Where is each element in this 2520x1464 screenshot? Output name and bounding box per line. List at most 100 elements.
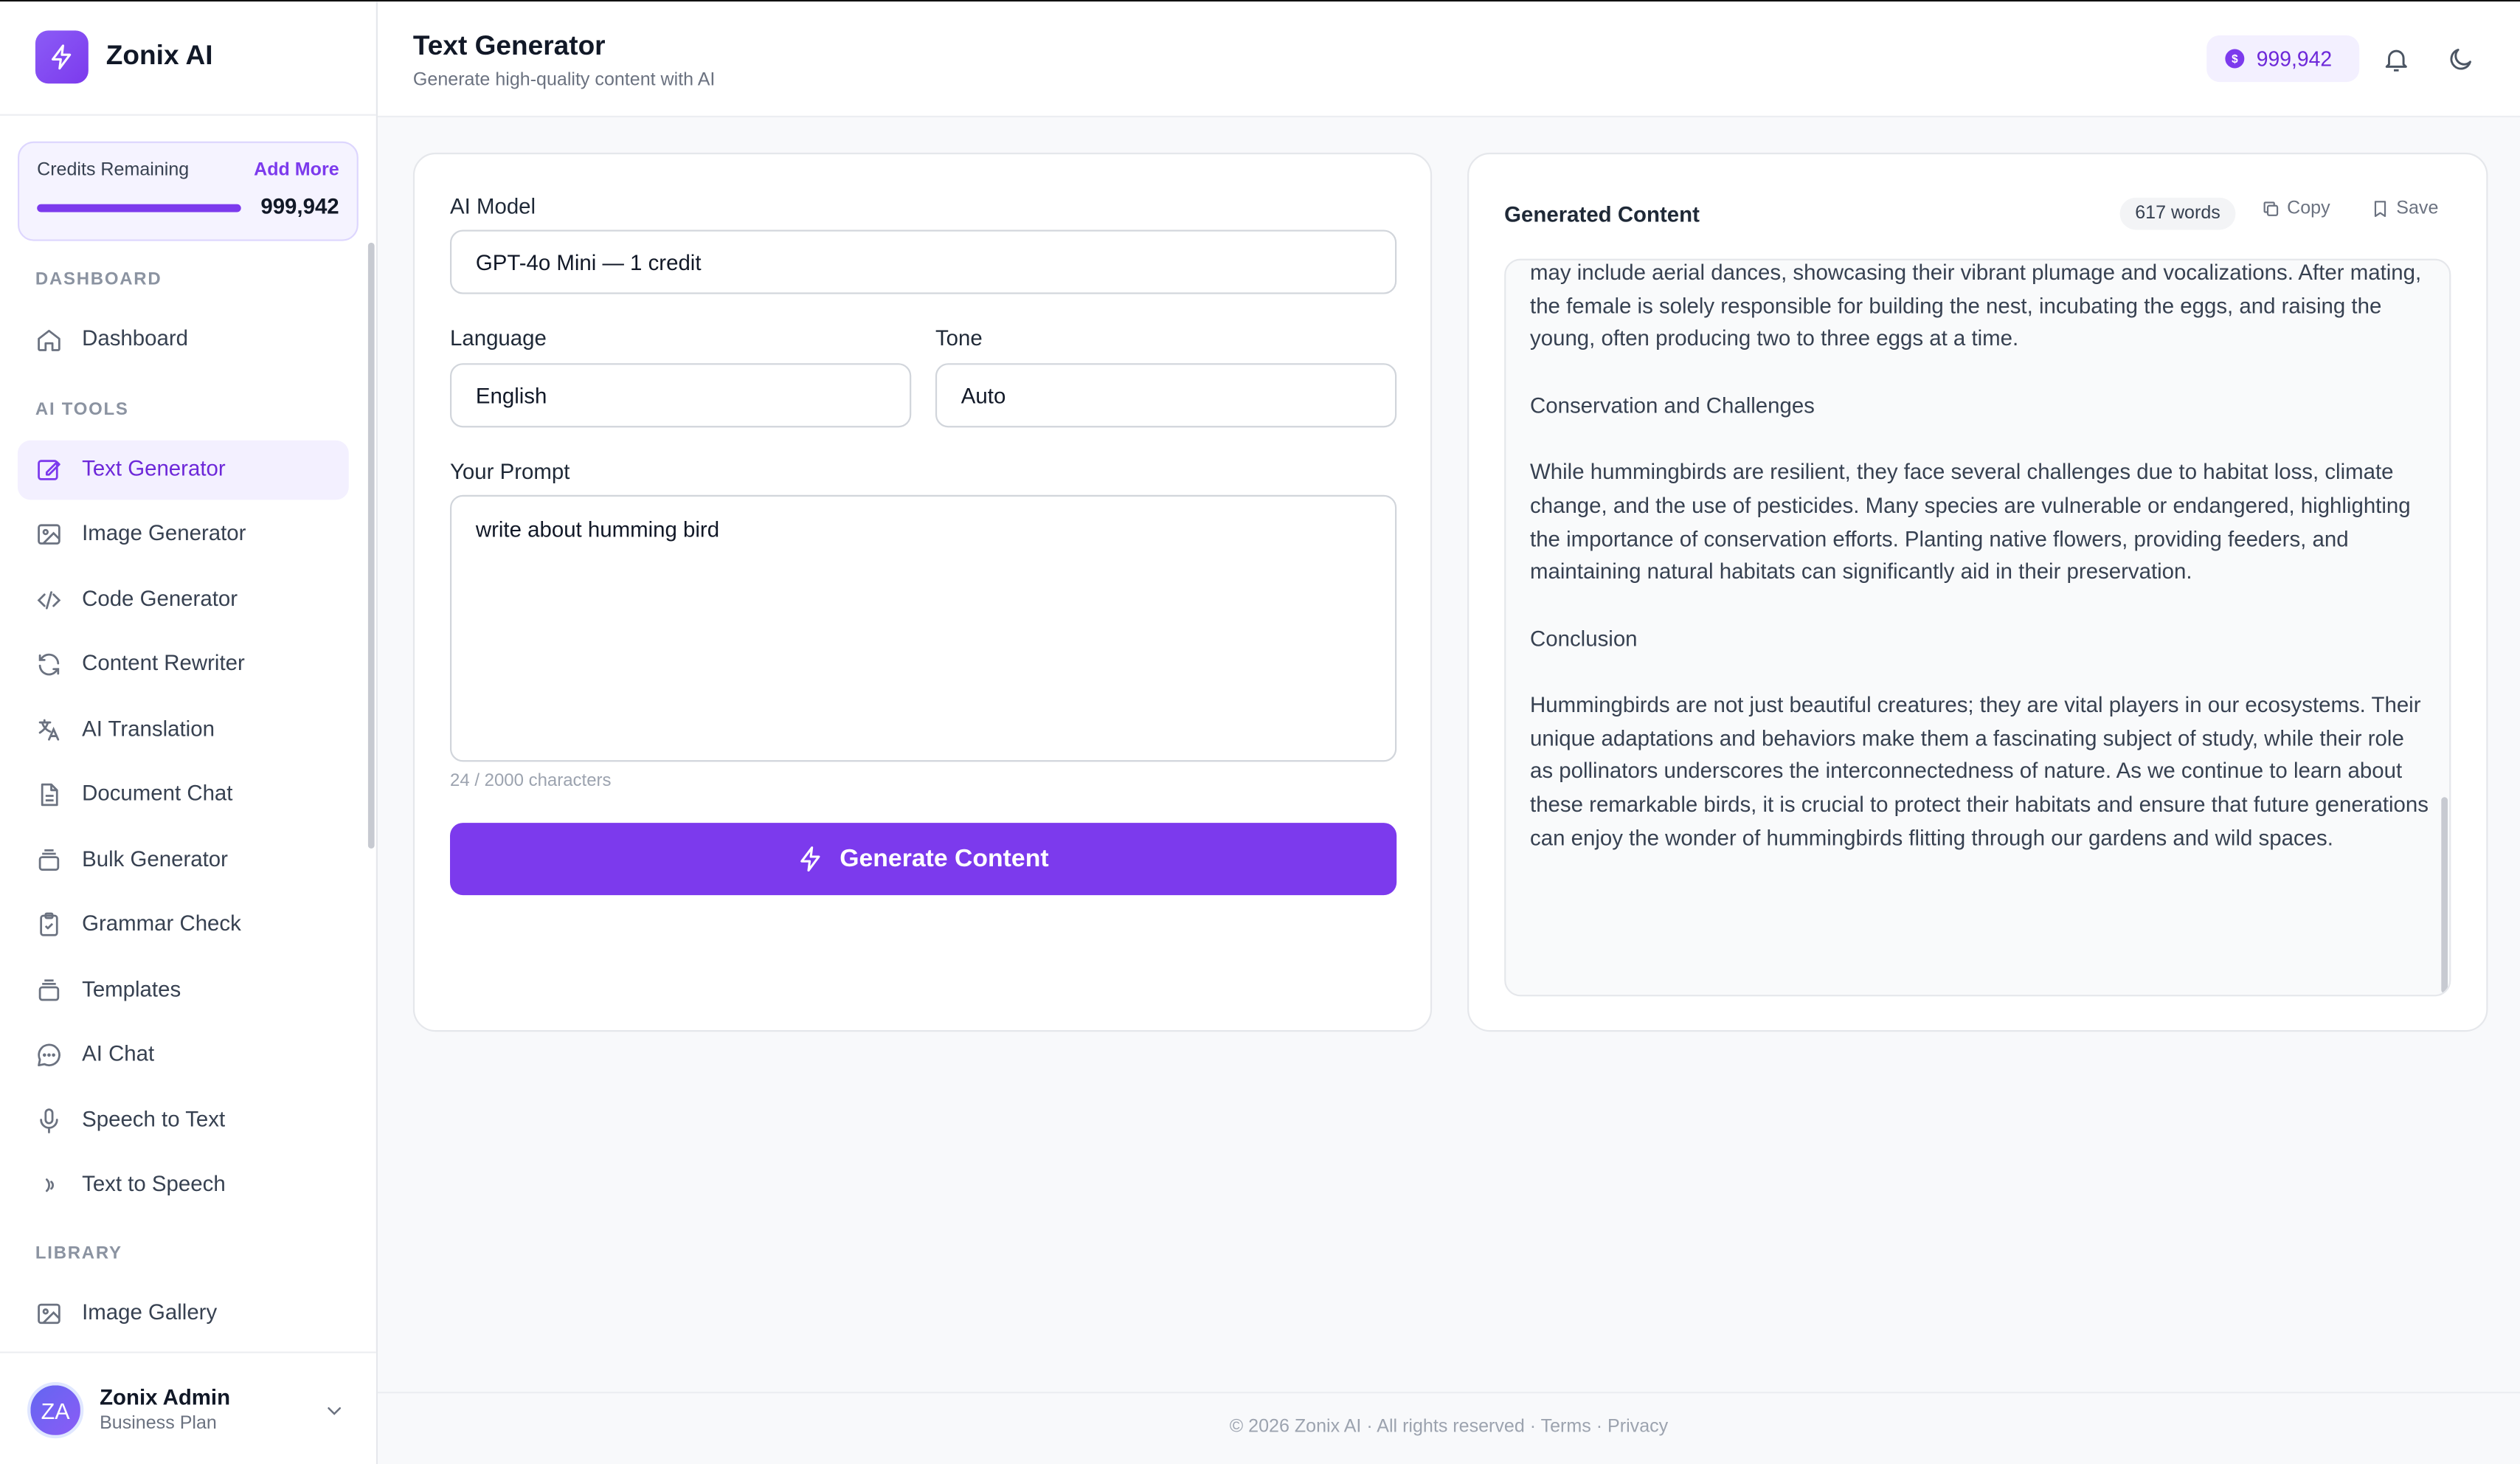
avatar: ZA bbox=[27, 1381, 84, 1439]
sidebar-item-label: Image Gallery bbox=[82, 1299, 218, 1325]
word-count-badge: 617 words bbox=[2119, 197, 2236, 230]
credits-progress-fill bbox=[37, 204, 241, 213]
bolt-icon bbox=[801, 846, 821, 872]
coin-icon: $ bbox=[2225, 49, 2245, 69]
generator-form-card: AI Model GPT-4o Mini — 1 credit Language… bbox=[412, 152, 1433, 1032]
document-icon bbox=[41, 783, 58, 807]
generated-content-output[interactable]: may include aerial dances, showcasing th… bbox=[1504, 258, 2451, 997]
copy-button[interactable]: Copy bbox=[2261, 199, 2330, 218]
sidebar-item-bulk-generator[interactable]: Bulk Generator bbox=[18, 831, 349, 891]
sidebar-item-label: Speech to Text bbox=[82, 1107, 226, 1132]
sidebar-item-label: Code Generator bbox=[82, 586, 238, 611]
home-icon bbox=[38, 329, 60, 351]
sidebar-item-label: AI Translation bbox=[82, 717, 215, 742]
clipboard-check-icon bbox=[40, 912, 58, 936]
output-paragraph: may include aerial dances, showcasing th… bbox=[1530, 260, 2422, 351]
page-header: Text Generator Generate high-quality con… bbox=[377, 1, 2520, 117]
sidebar-item-label: Content Rewriter bbox=[82, 651, 245, 675]
moon-icon[interactable] bbox=[2446, 45, 2475, 74]
sidebar-item-text-generator[interactable]: Text Generator bbox=[17, 440, 349, 500]
generate-content-button[interactable]: Generate Content bbox=[450, 823, 1397, 896]
prompt-label: Your Prompt bbox=[450, 459, 570, 484]
page-subtitle: Generate high-quality content with AI bbox=[412, 70, 716, 90]
copy-label: Copy bbox=[2287, 199, 2330, 219]
language-label: Language bbox=[450, 326, 547, 351]
sidebar-item-dashboard[interactable]: Dashboard bbox=[18, 310, 349, 370]
save-button[interactable]: Save bbox=[2370, 199, 2438, 218]
section-label-library: LIBRARY bbox=[35, 1243, 122, 1263]
sidebar-item-label: Document Chat bbox=[82, 781, 233, 806]
generated-content-card: Generated Content 617 words Copy Save ma… bbox=[1467, 152, 2488, 1032]
model-label: AI Model bbox=[450, 194, 536, 219]
sidebar-item-document-chat[interactable]: Document Chat bbox=[18, 765, 349, 825]
translate-icon bbox=[38, 719, 60, 741]
output-heading: Conservation and Challenges bbox=[1530, 393, 1815, 418]
page-title: Text Generator bbox=[412, 30, 606, 61]
brand-name: Zonix AI bbox=[105, 40, 213, 71]
sidebar-item-image-generator[interactable]: Image Generator bbox=[18, 505, 349, 564]
output-scrollbar[interactable] bbox=[2441, 797, 2448, 993]
user-name: Zonix Admin bbox=[100, 1385, 231, 1410]
image-icon bbox=[38, 524, 60, 545]
templates-icon bbox=[38, 979, 60, 1001]
save-label: Save bbox=[2396, 199, 2439, 219]
sound-wave-icon bbox=[45, 1178, 54, 1192]
sidebar-item-label: Text Generator bbox=[82, 456, 226, 481]
sidebar-item-speech-to-text[interactable]: Speech to Text bbox=[18, 1091, 349, 1151]
prompt-textarea[interactable]: write about humming bird bbox=[450, 494, 1397, 762]
output-heading: Conclusion bbox=[1530, 626, 1638, 651]
char-count: 24 / 2000 characters bbox=[450, 771, 612, 791]
section-label-ai-tools: AI TOOLS bbox=[35, 400, 129, 420]
sidebar-item-image-gallery[interactable]: Image Gallery bbox=[18, 1284, 349, 1344]
credits-progress-bar bbox=[37, 204, 241, 213]
credits-label: Credits Remaining bbox=[37, 160, 190, 180]
sidebar-item-label: Dashboard bbox=[82, 326, 188, 351]
section-label-dashboard: DASHBOARD bbox=[35, 269, 162, 290]
output-paragraph: While hummingbirds are resilient, they f… bbox=[1530, 460, 2411, 584]
code-icon bbox=[37, 591, 61, 610]
sidebar-item-templates[interactable]: Templates bbox=[18, 961, 349, 1021]
sidebar-item-text-to-speech[interactable]: Text to Speech bbox=[18, 1156, 349, 1215]
sidebar-item-ai-translation[interactable]: AI Translation bbox=[18, 701, 349, 761]
tone-select[interactable]: Auto bbox=[935, 363, 1397, 428]
copy-icon bbox=[2263, 201, 2279, 216]
credit-balance-value: 999,942 bbox=[2256, 46, 2333, 71]
sidebar-item-code-generator[interactable]: Code Generator bbox=[18, 570, 349, 630]
brand[interactable]: Zonix AI bbox=[0, 1, 376, 116]
sidebar-item-grammar-check[interactable]: Grammar Check bbox=[18, 895, 349, 955]
zonix-logo-icon bbox=[35, 30, 89, 84]
sidebar: Zonix AI Credits Remaining Add More 999,… bbox=[0, 1, 378, 1464]
sidebar-item-label: Bulk Generator bbox=[82, 846, 228, 871]
generated-text: may include aerial dances, showcasing th… bbox=[1530, 260, 2430, 889]
chevron-down-icon[interactable] bbox=[323, 1400, 346, 1422]
chat-icon bbox=[38, 1043, 60, 1067]
microphone-icon bbox=[40, 1108, 58, 1133]
sidebar-item-label: Templates bbox=[82, 977, 181, 1001]
credits-value: 999,942 bbox=[260, 194, 339, 219]
bell-icon[interactable] bbox=[2382, 45, 2411, 74]
output-paragraph: Hummingbirds are not just beautiful crea… bbox=[1530, 692, 2429, 850]
language-select[interactable]: English bbox=[450, 363, 912, 428]
sidebar-item-label: Grammar Check bbox=[82, 911, 241, 936]
footer: © 2026 Zonix AI · All rights reserved · … bbox=[377, 1392, 2520, 1464]
credit-balance-badge[interactable]: $ 999,942 bbox=[2206, 35, 2360, 83]
user-menu[interactable]: ZA Zonix Admin Business Plan bbox=[0, 1351, 376, 1464]
sidebar-scrollbar[interactable] bbox=[367, 242, 375, 849]
sidebar-item-label: Text to Speech bbox=[82, 1171, 226, 1196]
image-icon bbox=[38, 1303, 60, 1325]
layers-icon bbox=[38, 849, 60, 871]
tone-label: Tone bbox=[935, 326, 983, 351]
refresh-icon bbox=[38, 653, 60, 676]
edit-icon bbox=[38, 460, 60, 480]
footer-text: © 2026 Zonix AI · All rights reserved · … bbox=[1229, 1417, 1669, 1437]
generated-content-title: Generated Content bbox=[1504, 202, 1700, 227]
sidebar-item-ai-chat[interactable]: AI Chat bbox=[18, 1026, 349, 1085]
svg-text:$: $ bbox=[2232, 53, 2238, 66]
generate-content-label: Generate Content bbox=[840, 844, 1049, 872]
model-select[interactable]: GPT-4o Mini — 1 credit bbox=[450, 229, 1397, 294]
sidebar-item-content-rewriter[interactable]: Content Rewriter bbox=[18, 635, 349, 694]
user-plan: Business Plan bbox=[100, 1414, 217, 1434]
add-more-link[interactable]: Add More bbox=[254, 161, 339, 180]
credits-card: Credits Remaining Add More 999,942 bbox=[17, 141, 359, 241]
bookmark-icon bbox=[2374, 201, 2386, 218]
